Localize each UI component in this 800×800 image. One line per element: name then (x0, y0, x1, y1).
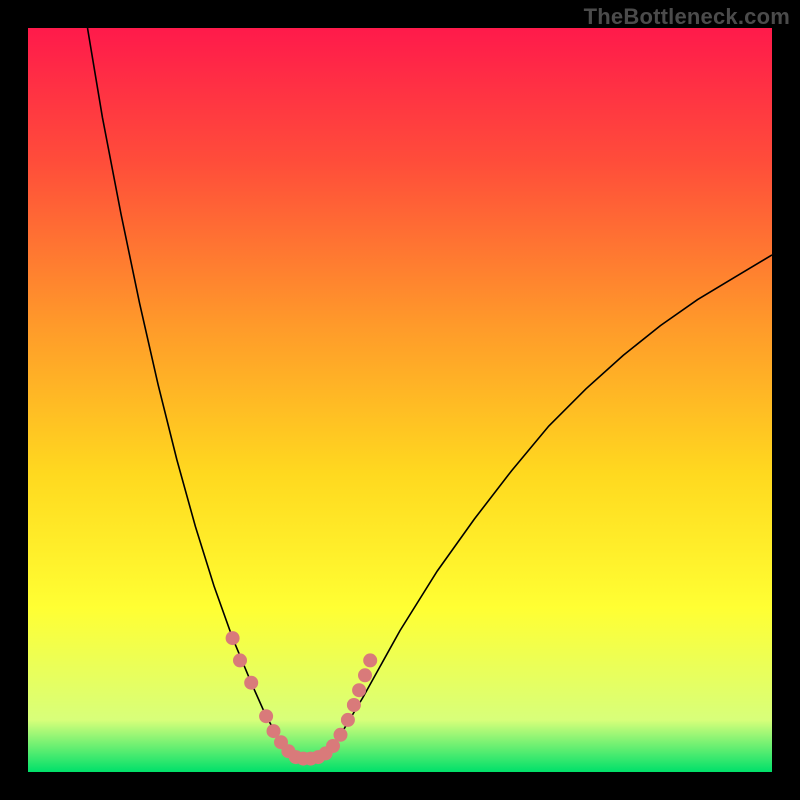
highlight-dot (334, 728, 348, 742)
highlight-dot (226, 631, 240, 645)
highlight-dot (352, 683, 366, 697)
bottleneck-chart (28, 28, 772, 772)
highlight-dot (244, 676, 258, 690)
chart-frame: TheBottleneck.com (0, 0, 800, 800)
highlight-dot (341, 713, 355, 727)
highlight-dot (347, 698, 361, 712)
highlight-dot (233, 653, 247, 667)
plot-area (28, 28, 772, 772)
highlight-dot (363, 653, 377, 667)
gradient-bg (28, 28, 772, 772)
highlight-dot (259, 709, 273, 723)
highlight-dot (358, 668, 372, 682)
watermark-text: TheBottleneck.com (584, 4, 790, 30)
